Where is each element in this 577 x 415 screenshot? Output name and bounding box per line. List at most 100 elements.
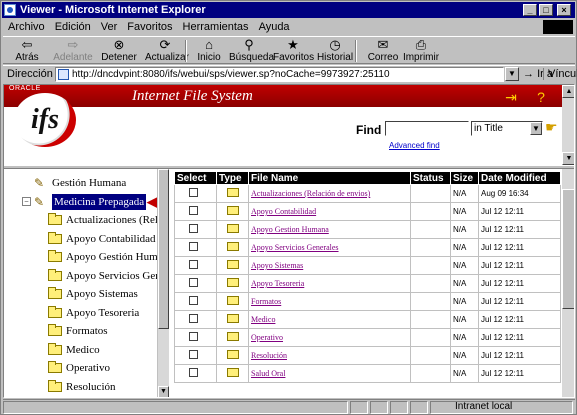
size-cell: N/A — [450, 364, 479, 383]
folder-icon — [227, 278, 239, 287]
toolbar-button-10[interactable]: ⎙ Imprimir — [401, 37, 441, 65]
file-link[interactable]: Apoyo Tesoreria — [251, 279, 304, 288]
size-cell: N/A — [450, 328, 479, 347]
tree-item[interactable]: Apoyo Contabilidad — [4, 231, 157, 247]
file-link[interactable]: Apoyo Sistemas — [251, 261, 303, 270]
date-cell: Jul 12 12:11 — [478, 256, 561, 275]
tree-item[interactable]: Formatos — [4, 323, 157, 339]
status-cell — [370, 401, 388, 414]
status-bar: Intranet local — [3, 399, 575, 414]
select-checkbox[interactable] — [189, 206, 198, 215]
status-cell — [410, 256, 451, 275]
tree-item[interactable]: Apoyo Tesoreria — [4, 305, 157, 321]
menu-item[interactable]: Ver — [96, 19, 123, 35]
grid-scroll-thumb[interactable] — [562, 189, 574, 309]
advanced-find-link[interactable]: Advanced find — [389, 141, 440, 150]
tree-item[interactable]: Operativo — [4, 360, 157, 376]
toolbar-button-2[interactable]: ⇨ Adelante — [53, 37, 93, 65]
tree-item[interactable]: Actualizaciones (Rela — [4, 212, 163, 228]
menu-item[interactable]: Favoritos — [122, 19, 177, 35]
toolbar-button-7[interactable]: ★ Favoritos — [273, 37, 314, 65]
toolbar-button-8[interactable]: ◷ Historial — [315, 37, 355, 65]
maximize-button[interactable]: □ — [539, 4, 553, 16]
address-input[interactable]: http://dncdvpint:8080/ifs/webui/sps/view… — [55, 67, 504, 82]
file-link[interactable]: Apoyo Servicios Generales — [251, 243, 339, 252]
find-input[interactable] — [385, 121, 469, 136]
tree-scroll-thumb[interactable] — [158, 169, 169, 329]
date-cell: Jul 12 12:11 — [478, 238, 561, 257]
select-checkbox[interactable] — [189, 188, 198, 197]
find-scope-select[interactable]: in Title ▼ — [471, 121, 543, 136]
close-button[interactable]: × — [557, 4, 571, 16]
address-dropdown-button[interactable]: ▼ — [505, 67, 519, 81]
exit-icon[interactable]: ⇥ — [502, 88, 520, 106]
date-cell: Jul 12 12:11 — [478, 220, 561, 239]
menu-item[interactable]: Herramientas — [178, 19, 254, 35]
file-link[interactable]: Apoyo Contabilidad — [251, 207, 316, 216]
toolbar-button-1[interactable]: ⇦ Atrás — [7, 37, 47, 65]
tree-item[interactable]: Apoyo Sistemas — [4, 286, 157, 302]
grid-scrollbar[interactable] — [562, 169, 574, 397]
menu-item[interactable]: Archivo — [3, 19, 50, 35]
select-checkbox[interactable] — [189, 224, 198, 233]
toolbar-button-5[interactable]: ⌂ Inicio — [189, 37, 229, 65]
forward-icon: ⇨ — [67, 37, 79, 52]
select-checkbox[interactable] — [189, 368, 198, 377]
tree-item[interactable]: Salud Oral — [4, 397, 157, 398]
file-link[interactable]: Salud Oral — [251, 369, 285, 378]
minimize-button[interactable]: _ — [523, 4, 537, 16]
select-checkbox[interactable] — [189, 314, 198, 323]
folder-icon — [227, 296, 239, 305]
column-header[interactable]: Date Modified — [478, 171, 561, 185]
type-cell — [216, 202, 249, 221]
type-cell — [216, 346, 249, 365]
scroll-down-button[interactable]: ▼ — [562, 152, 574, 165]
scroll-up-button[interactable]: ▲ — [562, 85, 574, 98]
find-scope-value: in Title — [474, 123, 503, 134]
column-header[interactable]: Status — [410, 171, 451, 185]
folder-icon — [227, 332, 239, 341]
folder-icon — [48, 231, 62, 244]
select-cell — [174, 310, 217, 329]
tree-item[interactable]: Apoyo Gestión Huma — [4, 249, 163, 265]
find-go-button[interactable]: ☛ — [545, 119, 558, 136]
menu-item[interactable]: Edición — [50, 19, 96, 35]
column-header[interactable]: Select — [174, 171, 217, 185]
select-checkbox[interactable] — [189, 296, 198, 305]
file-link[interactable]: Formatos — [251, 297, 281, 306]
select-checkbox[interactable] — [189, 260, 198, 269]
file-link[interactable]: Resolución — [251, 351, 287, 360]
select-checkbox[interactable] — [189, 332, 198, 341]
tree-item[interactable]: Resolución — [4, 379, 157, 395]
select-checkbox[interactable] — [189, 350, 198, 359]
column-header[interactable]: File Name — [248, 171, 411, 185]
name-cell: Medico — [248, 310, 411, 329]
file-link[interactable]: Medico — [251, 315, 275, 324]
tree-item[interactable]: ✎ Gestión Humana — [4, 175, 157, 191]
file-link[interactable]: Operativo — [251, 333, 283, 342]
toolbar-button-9[interactable]: ✉ Correo — [363, 37, 403, 65]
menu-item[interactable]: Ayuda — [254, 19, 295, 35]
status-cell — [410, 202, 451, 221]
select-checkbox[interactable] — [189, 278, 198, 287]
tree-scrollbar[interactable]: ▼ — [157, 169, 169, 397]
file-link[interactable]: Actualizaciones (Relación de envios) — [251, 189, 370, 198]
help-icon[interactable]: ? — [532, 88, 550, 106]
column-header[interactable]: Type — [216, 171, 249, 185]
file-link[interactable]: Apoyo Gestion Humana — [251, 225, 329, 234]
tree-item[interactable]: ✎ − Medicina Prepagada — [4, 193, 157, 210]
collapse-icon[interactable]: − — [22, 196, 31, 206]
toolbar-button-6[interactable]: ⚲ Búsqueda — [229, 37, 274, 65]
folder-icon — [227, 260, 239, 269]
tree-scroll-down[interactable]: ▼ — [158, 386, 169, 397]
header-scrollbar[interactable]: ▲ ▼ — [562, 85, 574, 165]
type-cell — [216, 292, 249, 311]
column-header[interactable]: Size — [450, 171, 479, 185]
tree-item[interactable]: Apoyo Servicios Gen — [4, 268, 161, 284]
links-button[interactable]: Vínculos — [543, 68, 577, 80]
select-checkbox[interactable] — [189, 242, 198, 251]
toolbar-button-3[interactable]: ⊗ Detener — [99, 37, 139, 65]
tree-item[interactable]: Medico — [4, 342, 157, 358]
logo-text: ifs — [31, 104, 59, 135]
toolbar-button-4[interactable]: ⟳ Actualizar — [145, 37, 189, 65]
